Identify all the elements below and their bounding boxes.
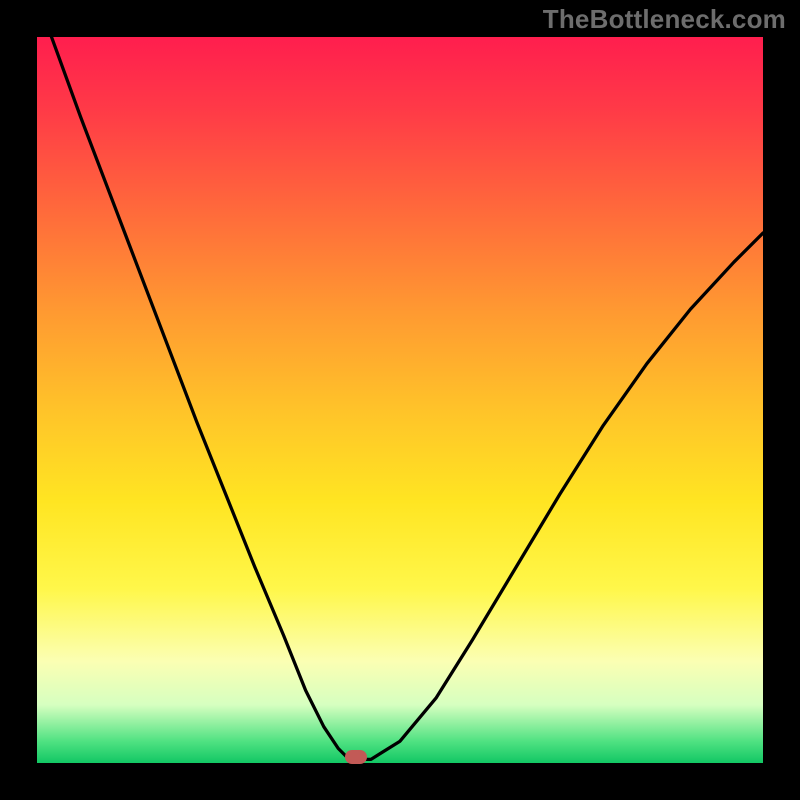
- optimal-point-marker: [345, 750, 367, 764]
- watermark-text: TheBottleneck.com: [543, 4, 786, 35]
- plot-area: [37, 37, 763, 763]
- bottleneck-curve: [52, 37, 763, 759]
- chart-frame: TheBottleneck.com: [0, 0, 800, 800]
- curve-svg: [37, 37, 763, 763]
